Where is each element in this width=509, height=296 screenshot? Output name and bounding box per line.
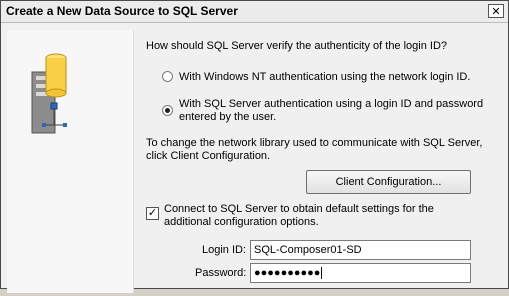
left-illustration-panel — [7, 30, 134, 293]
close-icon: ✕ — [491, 5, 501, 18]
password-value: ●●●●●●●●●● — [254, 267, 321, 279]
login-id-label: Login ID: — [202, 244, 247, 256]
title-bar: Create a New Data Source to SQL Server ✕ — [1, 1, 508, 23]
server-database-network-icon — [31, 53, 67, 134]
network-library-text-line1: To change the network library used to co… — [146, 137, 483, 149]
network-library-text-line2: click Client Configuration. — [146, 150, 271, 162]
dialog-window: Create a New Data Source to SQL Server ✕ — [0, 0, 509, 293]
checkmark-icon: ✓ — [147, 207, 158, 219]
text-cursor — [321, 267, 323, 280]
login-id-value: SQL-Composer01-SD — [254, 244, 362, 256]
password-label: Password: — [195, 267, 247, 279]
sql-auth-label-line1: With SQL Server authentication using a l… — [179, 98, 484, 110]
auth-question: How should SQL Server verify the authent… — [146, 40, 448, 52]
client-configuration-button[interactable]: Client Configuration... — [306, 170, 471, 194]
client-configuration-button-label: Client Configuration... — [335, 176, 442, 188]
password-input[interactable]: ●●●●●●●●●● — [250, 263, 471, 283]
connect-checkbox[interactable]: ✓ — [146, 207, 159, 220]
close-button[interactable]: ✕ — [488, 4, 504, 18]
login-id-input[interactable]: SQL-Composer01-SD — [250, 240, 471, 260]
connect-label-line2: additional configuration options. — [164, 216, 319, 228]
windows-auth-radio[interactable] — [162, 71, 173, 82]
connect-label-line1: Connect to SQL Server to obtain default … — [164, 203, 434, 215]
windows-auth-label: With Windows NT authentication using the… — [179, 71, 471, 83]
sql-auth-radio[interactable] — [162, 105, 173, 116]
window-title: Create a New Data Source to SQL Server — [6, 4, 238, 18]
sql-auth-label-line2: entered by the user. — [179, 111, 277, 123]
